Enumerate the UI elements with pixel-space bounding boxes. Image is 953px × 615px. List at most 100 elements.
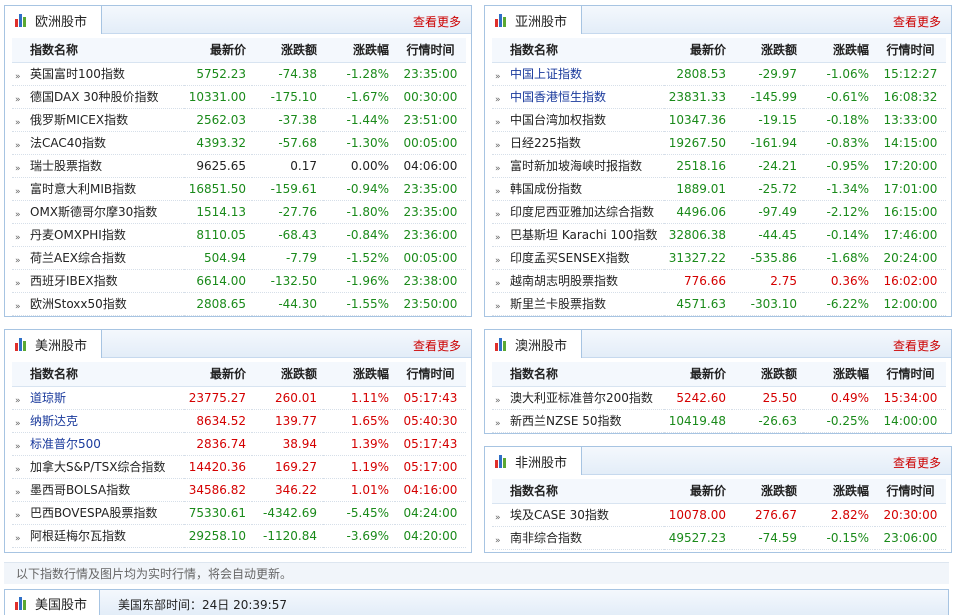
time-cell: 23:06:00 — [875, 526, 946, 550]
index-name-link[interactable]: 澳大利亚标准普尔200指数 — [510, 391, 653, 405]
double-arrow-icon: » — [495, 232, 500, 243]
change-cell: -159.61 — [252, 177, 323, 201]
index-name-link[interactable]: 韩国成份指数 — [510, 182, 582, 196]
header-row: 指数名称 最新价 涨跌额 涨跌幅 行情时间 — [492, 479, 946, 504]
africa-title: 非洲股市 — [515, 455, 568, 471]
index-name-link[interactable]: 德国DAX 30种股价指数 — [30, 90, 159, 104]
africa-tab[interactable]: 非洲股市 — [484, 446, 583, 475]
index-name-cell: » 俄罗斯MICEX指数 — [12, 108, 184, 132]
col-name-header: 指数名称 — [12, 362, 184, 387]
index-name-link[interactable]: 印度尼西亚雅加达综合指数 — [510, 205, 654, 219]
pct-cell: -5.45% — [323, 501, 395, 525]
col-time-header: 行情时间 — [395, 38, 466, 63]
time-cell: 23:51:00 — [395, 108, 466, 132]
oceania-more-link[interactable]: 查看更多 — [893, 337, 941, 354]
asia-more-link[interactable]: 查看更多 — [893, 13, 941, 30]
europe-title: 欧洲股市 — [35, 14, 88, 30]
change-cell: -74.59 — [732, 526, 803, 550]
asia-panel-header: 亚洲股市 查看更多 — [484, 5, 951, 34]
index-name-link[interactable]: 日经225指数 — [510, 136, 581, 150]
pct-cell: -0.83% — [803, 131, 875, 155]
index-name-cell: » 富时新加坡海峡时报指数 — [492, 154, 664, 178]
table-row: » 瑞士股票指数 9625.65 0.17 0.00% 04:06:00 — [12, 154, 466, 178]
index-name-cell: » 中国香港恒生指数 — [492, 85, 664, 109]
col-pct-header: 涨跌幅 — [803, 479, 875, 504]
index-name-link[interactable]: 印度孟买SENSEX指数 — [510, 251, 630, 265]
time-cell: 20:24:00 — [875, 246, 946, 270]
table-row: » 纳斯达克 8634.52 139.77 1.65% 05:40:30 — [12, 409, 466, 433]
time-cell: 17:01:00 — [875, 177, 946, 201]
oceania-tab[interactable]: 澳洲股市 — [484, 329, 583, 358]
time-cell: 13:33:00 — [875, 108, 946, 132]
africa-more-link[interactable]: 查看更多 — [893, 454, 941, 471]
table-row: » 丹麦OMXPHI指数 8110.05 -68.43 -0.84% 23:36:00 — [12, 223, 466, 247]
header-row: 指数名称 最新价 涨跌额 涨跌幅 行情时间 — [12, 38, 466, 63]
index-name-link[interactable]: 南非综合指数 — [510, 531, 582, 545]
change-cell: -37.38 — [252, 108, 323, 132]
index-name-cell: » 富时意大利MIB指数 — [12, 177, 184, 201]
index-name-link[interactable]: 富时意大利MIB指数 — [30, 182, 136, 196]
index-name-link[interactable]: 中国上证指数 — [510, 67, 582, 81]
us-market-tab[interactable]: 美国股市 — [4, 589, 101, 615]
bar-chart-icon — [15, 596, 29, 610]
index-name-link[interactable]: 中国香港恒生指数 — [510, 90, 606, 104]
oceania-panel: 澳洲股市 查看更多 指数名称 最新价 涨跌额 涨跌幅 行情时间 » 澳大利亚标准普尔200… — [484, 329, 952, 434]
index-name-link[interactable]: 俄罗斯MICEX指数 — [30, 113, 128, 127]
index-name-link[interactable]: 道琼斯 — [30, 391, 66, 405]
index-name-cell: » 丹麦OMXPHI指数 — [12, 223, 184, 247]
index-name-link[interactable]: 墨西哥BOLSA指数 — [30, 483, 130, 497]
price-cell: 31327.22 — [664, 246, 732, 270]
time-cell: 23:36:00 — [395, 223, 466, 247]
time-cell: 04:16:00 — [395, 478, 466, 502]
index-name-link[interactable]: 法CAC40指数 — [30, 136, 106, 150]
index-name-link[interactable]: 巴基斯坦 Karachi 100指数 — [510, 228, 657, 242]
index-name-cell: » 墨西哥BOLSA指数 — [12, 478, 184, 502]
double-arrow-icon: » — [15, 117, 20, 128]
index-name-link[interactable]: 西班牙IBEX指数 — [30, 274, 118, 288]
index-name-link[interactable]: 标准普尔500 — [30, 437, 101, 451]
pct-cell: 1.39% — [323, 432, 395, 456]
change-cell: -68.43 — [252, 223, 323, 247]
index-name-link[interactable]: 越南胡志明股票指数 — [510, 274, 618, 288]
index-name-link[interactable]: 瑞士股票指数 — [30, 159, 102, 173]
col-change-header: 涨跌额 — [252, 38, 323, 63]
pct-cell: 0.49% — [803, 386, 875, 410]
index-name-link[interactable]: 新西兰NZSE 50指数 — [510, 414, 621, 428]
index-name-link[interactable]: OMX斯德哥尔摩30指数 — [30, 205, 157, 219]
index-name-link[interactable]: 加拿大S&P/TSX综合指数 — [30, 460, 165, 474]
asia-tab[interactable]: 亚洲股市 — [484, 5, 583, 34]
america-more-link[interactable]: 查看更多 — [413, 337, 461, 354]
pct-cell: -0.14% — [803, 223, 875, 247]
index-name-link[interactable]: 斯里兰卡股票指数 — [510, 297, 606, 311]
europe-more-link[interactable]: 查看更多 — [413, 13, 461, 30]
index-name-link[interactable]: 欧洲Stoxx50指数 — [30, 297, 127, 311]
index-name-link[interactable]: 富时新加坡海峡时报指数 — [510, 159, 642, 173]
index-name-link[interactable]: 阿根廷梅尔瓦指数 — [30, 529, 126, 543]
double-arrow-icon: » — [495, 512, 500, 523]
table-row: » 中国上证指数 2808.53 -29.97 -1.06% 15:12:27 — [492, 62, 946, 86]
double-arrow-icon: » — [495, 395, 500, 406]
index-name-link[interactable]: 中国台湾加权指数 — [510, 113, 606, 127]
index-name-link[interactable]: 英国富时100指数 — [30, 67, 125, 81]
europe-table: 指数名称 最新价 涨跌额 涨跌幅 行情时间 » 英国富时100指数 5752.23 -74.3… — [12, 38, 466, 316]
change-cell: -27.76 — [252, 200, 323, 224]
time-cell: 05:17:43 — [395, 386, 466, 410]
index-name-cell: » 印度孟买SENSEX指数 — [492, 246, 664, 270]
index-name-link[interactable]: 埃及CASE 30指数 — [510, 508, 609, 522]
europe-tab[interactable]: 欧洲股市 — [4, 5, 103, 34]
table-row: » 道琼斯 23775.27 260.01 1.11% 05:17:43 — [12, 386, 466, 410]
africa-table: 指数名称 最新价 涨跌额 涨跌幅 行情时间 » 埃及CASE 30指数 10078.00 27… — [492, 479, 946, 550]
index-name-link[interactable]: 巴西BOVESPA股票指数 — [30, 506, 157, 520]
index-name-link[interactable]: 丹麦OMXPHI指数 — [30, 228, 126, 242]
change-cell: -19.15 — [732, 108, 803, 132]
table-row: » 富时新加坡海峡时报指数 2518.16 -24.21 -0.95% 17:20:00 — [492, 154, 946, 178]
bar-chart-icon — [495, 454, 509, 468]
price-cell: 4496.06 — [664, 200, 732, 224]
change-cell: 139.77 — [252, 409, 323, 433]
pct-cell: -0.61% — [803, 85, 875, 109]
index-name-link[interactable]: 纳斯达克 — [30, 414, 78, 428]
america-tab[interactable]: 美洲股市 — [4, 329, 103, 358]
index-name-cell: » 南非综合指数 — [492, 526, 664, 550]
index-name-link[interactable]: 荷兰AEX综合指数 — [30, 251, 126, 265]
index-name-cell: » 新西兰NZSE 50指数 — [492, 409, 664, 433]
